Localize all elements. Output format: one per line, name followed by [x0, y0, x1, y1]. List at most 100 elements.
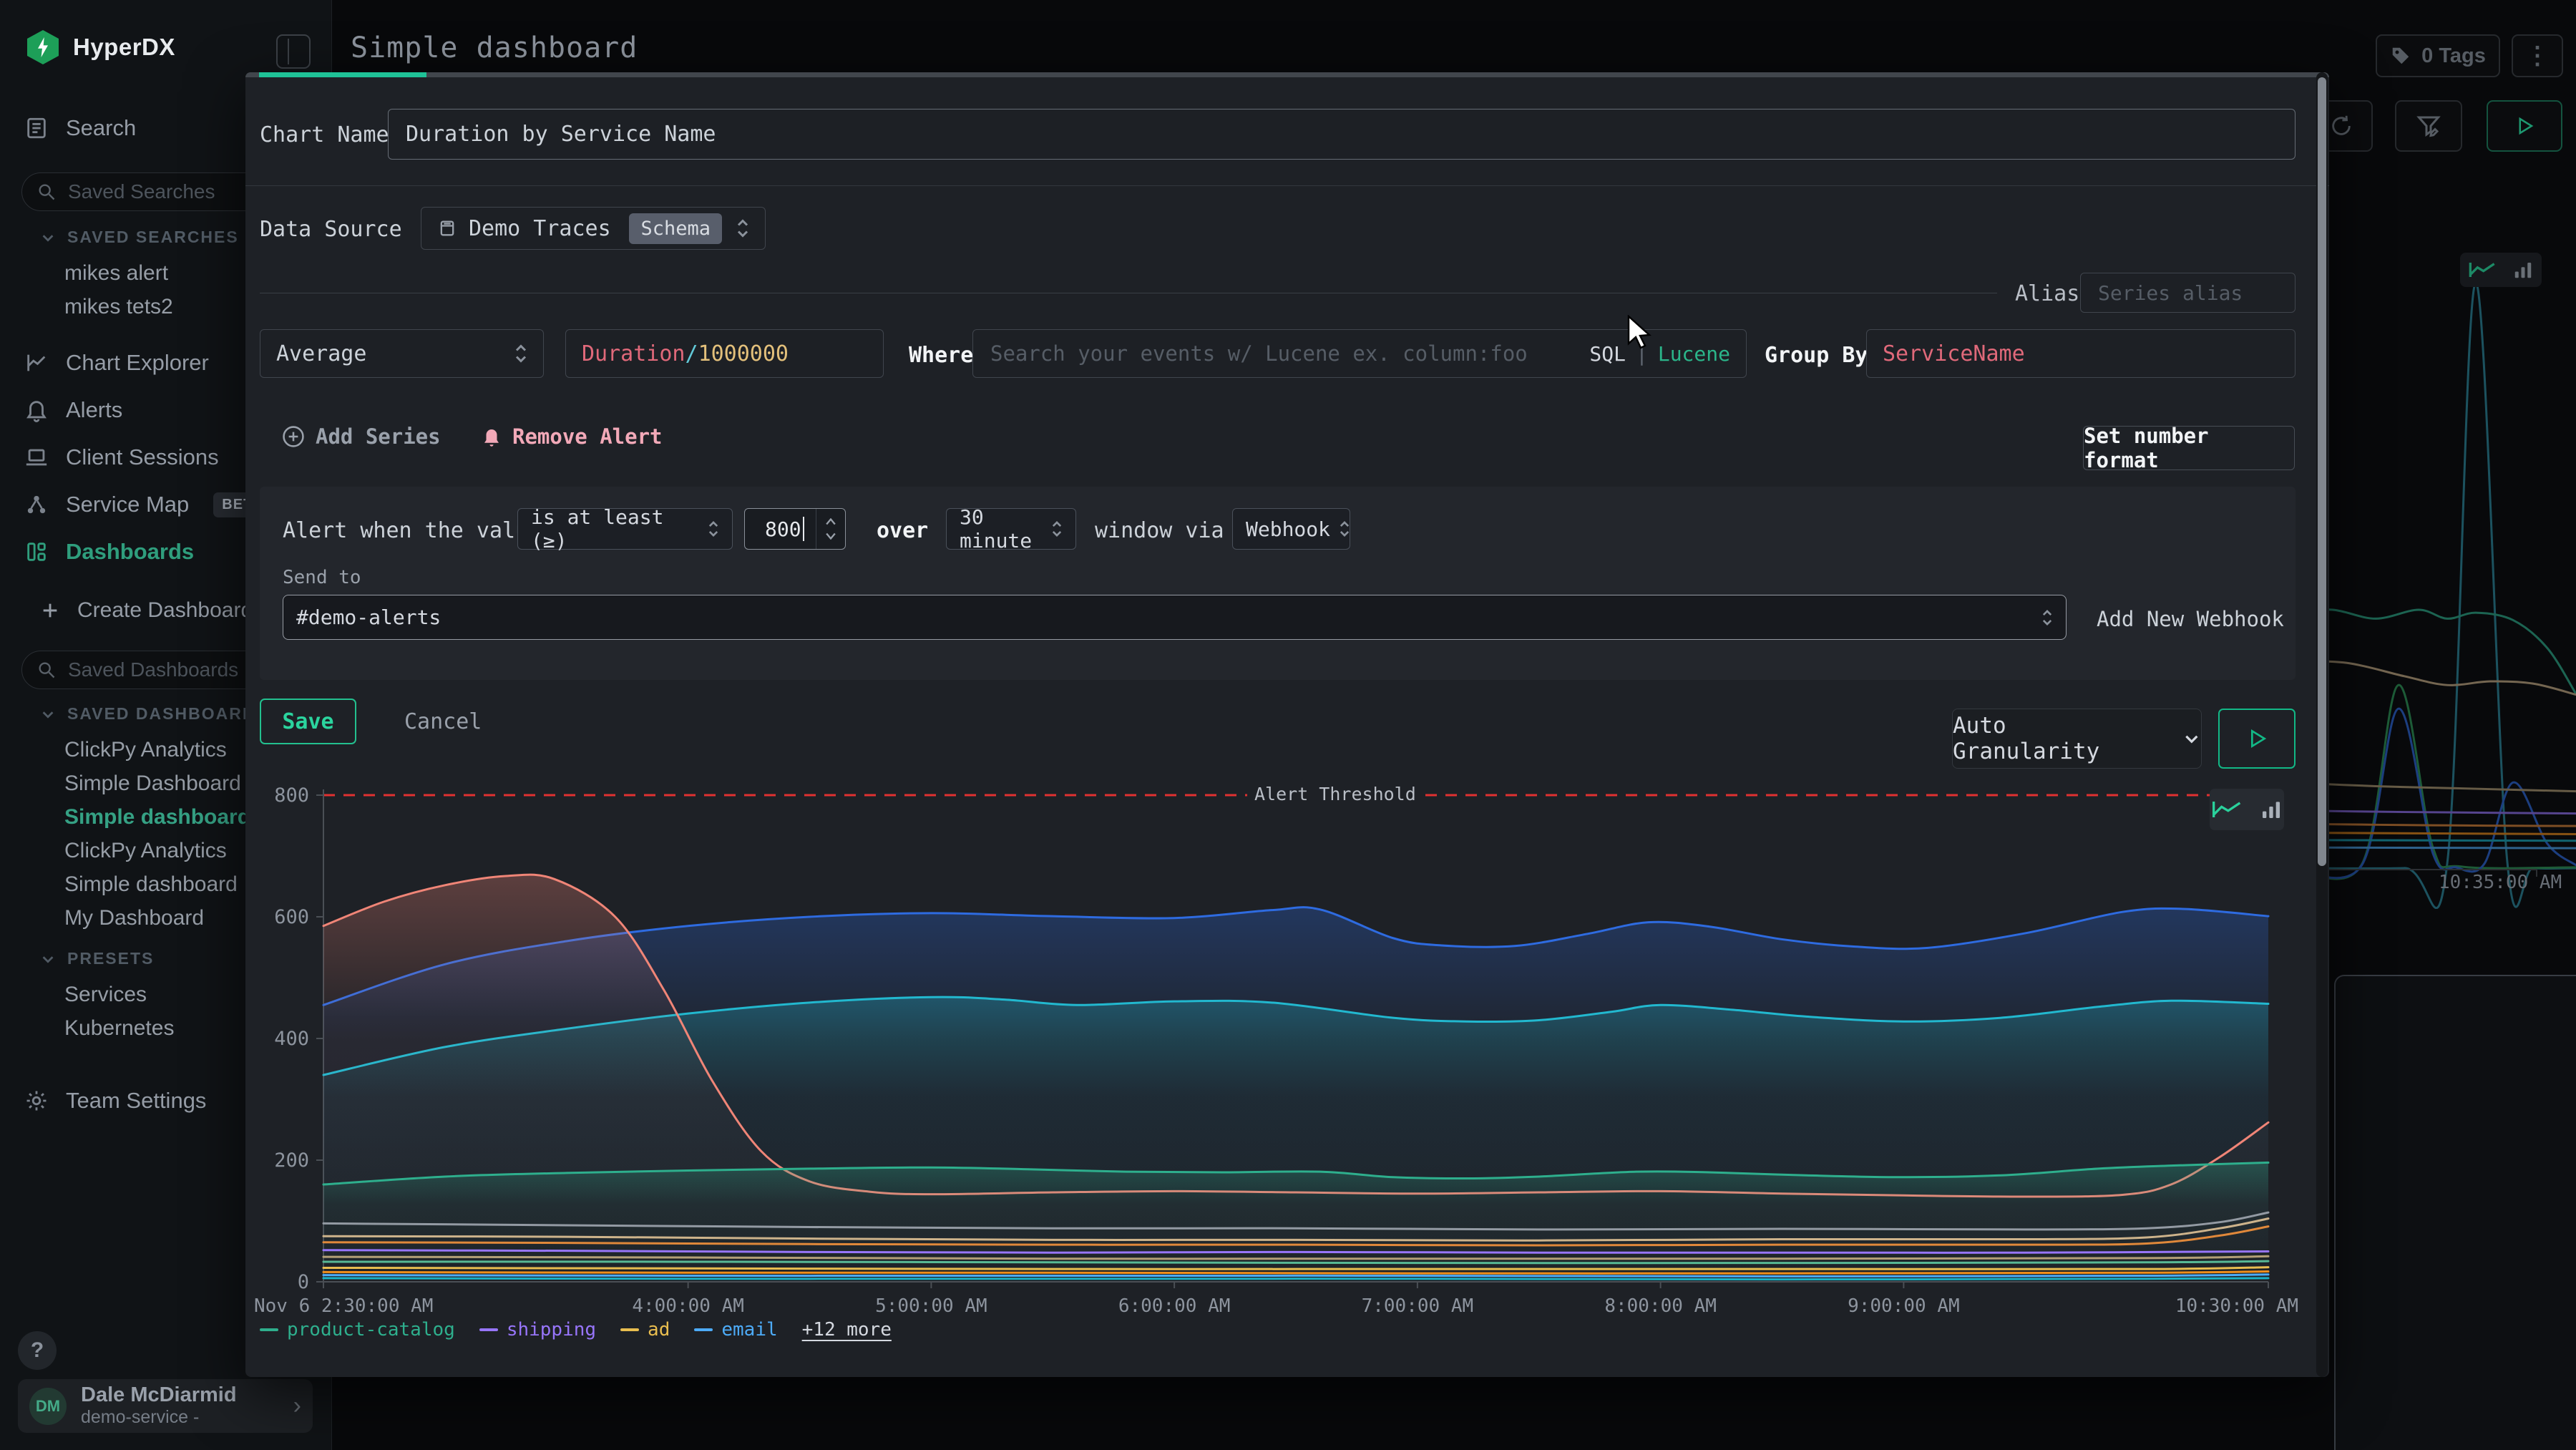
alias-input[interactable]	[2097, 281, 2279, 306]
alert-window-select[interactable]: 30 minute	[946, 508, 1076, 550]
saved-searches-list: mikes alertmikes tets2	[64, 256, 173, 323]
alert-config-panel: Alert when the value is at least (≥) 800…	[260, 487, 2296, 680]
add-new-webhook-button[interactable]: Add New Webhook	[2097, 607, 2284, 631]
group-by-field[interactable]: ServiceName	[1866, 329, 2296, 378]
expression-field[interactable]: Duration/1000000	[565, 329, 884, 378]
run-query-button-background[interactable]	[2487, 100, 2562, 152]
where-search-input[interactable]	[989, 341, 1578, 366]
sidebar-item-team-settings[interactable]: Team Settings	[24, 1081, 206, 1121]
background-chart	[2290, 236, 2576, 909]
remove-alert-button[interactable]: Remove Alert	[481, 424, 663, 449]
send-to-select[interactable]: #demo-alerts	[283, 595, 2067, 640]
alert-condition-select[interactable]: is at least (≥)	[517, 508, 733, 550]
dashboards-icon	[24, 540, 49, 564]
run-chart-button[interactable]	[2218, 709, 2296, 769]
list-item[interactable]: Simple dashboard	[64, 800, 250, 834]
alert-threshold-label: Alert Threshold	[1247, 784, 1423, 804]
select-chevrons-icon	[736, 218, 749, 239]
saved-dashboards-header[interactable]: SAVED DASHBOARDS	[40, 704, 268, 724]
alert-channel-select[interactable]: Webhook	[1232, 508, 1350, 550]
user-subtitle: demo-service -	[81, 1407, 237, 1428]
add-series-button[interactable]: Add Series	[281, 424, 441, 449]
chart-edit-modal: Chart Name Data Source Demo Traces Schem…	[245, 72, 2329, 1377]
svg-text:6:00:00 AM: 6:00:00 AM	[1118, 1295, 1231, 1317]
aggregation-select[interactable]: Average	[260, 329, 544, 378]
sidebar-item-dashboards[interactable]: Dashboards	[24, 532, 194, 572]
collapse-sidebar-icon[interactable]	[276, 34, 311, 69]
svg-text:0: 0	[298, 1271, 309, 1293]
alias-field[interactable]	[2080, 273, 2296, 313]
list-item[interactable]: ClickPy Analytics	[64, 834, 250, 867]
bell-icon	[481, 426, 502, 447]
help-button[interactable]: ?	[18, 1331, 57, 1370]
legend-item[interactable]: shipping	[479, 1319, 596, 1340]
cancel-button[interactable]: Cancel	[404, 699, 482, 744]
legend-dash	[694, 1328, 713, 1331]
brand-name: HyperDX	[73, 34, 175, 61]
tags-button[interactable]: 0 Tags	[2376, 34, 2500, 77]
schema-badge: Schema	[629, 213, 722, 244]
chevron-right-icon: ›	[293, 1392, 301, 1420]
kebab-icon: ⋮	[2525, 42, 2550, 70]
sidebar-item-service-map[interactable]: Service Map BETA	[24, 485, 271, 525]
legend-item[interactable]: email	[694, 1319, 777, 1340]
data-source-select[interactable]: Demo Traces Schema	[421, 207, 766, 250]
sidebar-item-chart-explorer[interactable]: Chart Explorer	[24, 343, 209, 383]
list-item[interactable]: mikes alert	[64, 256, 173, 290]
legend-item[interactable]: +12 more	[802, 1319, 892, 1340]
svg-text:8:00:00 AM: 8:00:00 AM	[1604, 1295, 1717, 1317]
filter-icon	[2416, 113, 2441, 139]
presets-list: ServicesKubernetes	[64, 978, 174, 1045]
sidebar-item-search[interactable]: Search	[24, 108, 136, 148]
more-menu-button[interactable]: ⋮	[2512, 34, 2563, 77]
background-chart-type-toggle[interactable]	[2460, 253, 2542, 287]
modal-scrollbar[interactable]	[2316, 72, 2328, 1377]
list-item[interactable]: mikes tets2	[64, 290, 173, 323]
legend-item[interactable]: ad	[620, 1319, 670, 1340]
chart-explorer-icon	[24, 351, 49, 375]
list-item[interactable]: Kubernetes	[64, 1011, 174, 1045]
chart-type-toggle[interactable]	[2210, 789, 2284, 830]
svg-text:7:00:00 AM: 7:00:00 AM	[1362, 1295, 1474, 1317]
list-item[interactable]: Simple dashboard	[64, 867, 250, 901]
svg-text:200: 200	[274, 1149, 309, 1172]
logs-icon	[24, 116, 49, 140]
list-item[interactable]: My Dashboard	[64, 901, 250, 935]
chart-name-input[interactable]	[404, 121, 2279, 147]
list-item[interactable]: Services	[64, 978, 174, 1011]
number-spinner[interactable]	[816, 509, 845, 549]
bar-chart-icon	[2512, 259, 2534, 281]
user-card[interactable]: DM Dale McDiarmid demo-service - ›	[18, 1379, 313, 1433]
lucene-toggle[interactable]: Lucene	[1658, 342, 1730, 366]
legend-item[interactable]: product-catalog	[260, 1319, 455, 1340]
chart-name-field[interactable]	[388, 109, 2296, 160]
sidebar-item-alerts[interactable]: Alerts	[24, 390, 122, 430]
saved-dashboards-list: ClickPy AnalyticsSimple DashboardSimple …	[64, 733, 250, 935]
alert-threshold-input[interactable]: 800	[744, 508, 846, 550]
alert-prefix-label: Alert when the value	[283, 518, 541, 543]
over-label: over	[877, 518, 928, 543]
gear-icon	[24, 1089, 49, 1113]
user-name: Dale McDiarmid	[81, 1384, 237, 1407]
presets-header[interactable]: PRESETS	[40, 949, 154, 968]
set-number-format-button[interactable]: Set number format	[2083, 426, 2295, 470]
select-chevrons-icon	[708, 520, 719, 538]
list-item[interactable]: ClickPy Analytics	[64, 733, 250, 767]
sql-toggle[interactable]: SQL	[1589, 342, 1626, 366]
chevron-down-icon	[40, 230, 56, 245]
create-dashboard-button[interactable]: Create Dashboard	[40, 590, 253, 631]
plus-icon	[40, 600, 60, 621]
brand[interactable]: HyperDX	[27, 30, 175, 64]
send-to-label: Send to	[283, 567, 361, 588]
line-chart-icon	[2211, 798, 2243, 821]
bar-chart-icon	[2260, 798, 2283, 821]
list-item[interactable]: Simple Dashboard	[64, 767, 250, 800]
scrollbar-thumb[interactable]	[2318, 77, 2326, 866]
sidebar-item-client-sessions[interactable]: Client Sessions	[24, 437, 219, 477]
select-chevrons-icon	[1339, 520, 1350, 538]
granularity-select[interactable]: Auto Granularity	[1952, 709, 2202, 769]
filter-button[interactable]	[2395, 100, 2462, 152]
save-button[interactable]: Save	[260, 699, 356, 744]
saved-searches-header[interactable]: SAVED SEARCHES	[40, 228, 239, 247]
laptop-icon	[24, 445, 49, 469]
